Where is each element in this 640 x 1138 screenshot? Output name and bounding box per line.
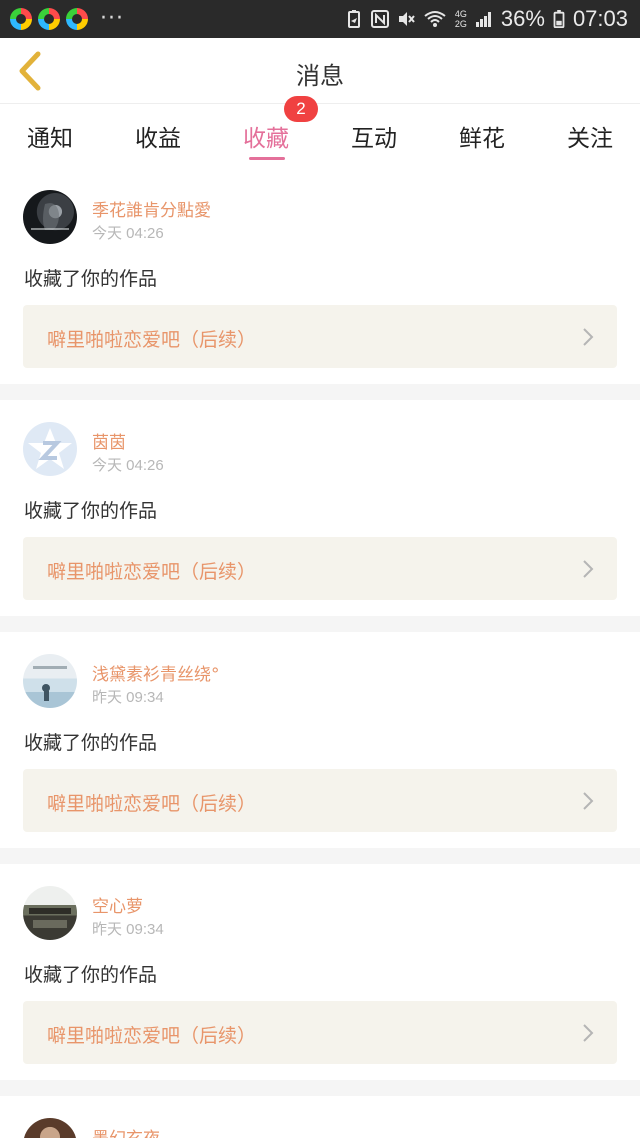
message-card: 季花誰肯分點愛 今天 04:26 收藏了你的作品 噼里啪啦恋爱吧（后续） [0,168,640,384]
tab-interactions[interactable]: 互动 [334,119,414,153]
timestamp: 今天 04:26 [92,457,164,474]
more-notifications-icon: ··· [100,6,124,31]
tab-flowers[interactable]: 鲜花 [442,119,522,153]
work-title: 噼里啪啦恋爱吧（后续） [47,329,257,351]
timestamp: 昨天 09:34 [92,689,164,706]
divider [0,384,640,400]
work-title: 噼里啪啦恋爱吧（后续） [47,793,257,815]
status-indicators: 4G 2G 36% 07:03 [345,0,628,38]
chevron-right-icon [583,328,594,346]
notification-icons: ··· [10,8,124,30]
chevron-right-icon [583,792,594,810]
status-bar: ··· 4G 2G 36% 07:03 [0,0,640,38]
tab-notifications[interactable]: 通知 [10,119,90,153]
battery-icon [553,10,565,28]
work-title: 噼里啪啦恋爱吧（后续） [47,561,257,583]
battery-saver-icon [347,10,360,28]
tab-earnings[interactable]: 收益 [118,119,198,153]
network-label-4g: 4G [454,9,467,19]
username[interactable]: 墨幻玄夜 [92,1124,160,1138]
work-link[interactable]: 噼里啪啦恋爱吧（后续） [23,537,617,600]
active-tab-indicator [249,157,285,160]
username[interactable]: 浅黛素衫青丝绕° [92,660,220,685]
message-list: 季花誰肯分點愛 今天 04:26 收藏了你的作品 噼里啪啦恋爱吧（后续） 茵茵 … [0,168,640,1138]
username[interactable]: 茵茵 [92,428,126,453]
clock: 07:03 [572,6,628,31]
nfc-icon [370,10,389,28]
username[interactable]: 季花誰肯分點愛 [92,196,211,221]
timestamp: 昨天 09:34 [92,921,164,938]
chevron-right-icon [583,560,594,578]
work-title: 噼里啪啦恋爱吧（后续） [47,1025,257,1047]
signal-icon [475,12,491,27]
mute-icon [398,12,415,26]
avatar[interactable] [23,1118,77,1138]
favorites-count-badge: 2 [284,96,318,122]
message-card: 空心萝 昨天 09:34 收藏了你的作品 噼里啪啦恋爱吧（后续） [0,864,640,1080]
message-card: 茵茵 今天 04:26 收藏了你的作品 噼里啪啦恋爱吧（后续） [0,400,640,616]
network-label-2g: 2G [454,19,467,29]
work-link[interactable]: 噼里啪啦恋爱吧（后续） [23,769,617,832]
message-card: 墨幻玄夜 [0,1096,640,1138]
divider [0,616,640,632]
username[interactable]: 空心萝 [92,892,143,917]
nav-header: 消息 [0,38,640,104]
app-notification-icon [66,8,88,30]
avatar[interactable] [23,886,77,940]
app-notification-icon [10,8,32,30]
action-text: 收藏了你的作品 [24,964,158,986]
avatar[interactable] [23,422,77,476]
action-text: 收藏了你的作品 [24,500,158,522]
tab-following[interactable]: 关注 [550,119,630,153]
battery-percent: 36% [500,6,545,31]
tab-favorites[interactable]: 收藏 [226,119,306,153]
divider [0,848,640,864]
work-link[interactable]: 噼里啪啦恋爱吧（后续） [23,1001,617,1064]
page-title: 消息 [296,62,344,90]
chevron-right-icon [583,1024,594,1042]
action-text: 收藏了你的作品 [24,732,158,754]
message-card: 浅黛素衫青丝绕° 昨天 09:34 收藏了你的作品 噼里啪啦恋爱吧（后续） [0,632,640,848]
network-type-labels: 4G 2G [455,9,467,29]
wifi-icon [424,11,446,27]
work-link[interactable]: 噼里啪啦恋爱吧（后续） [23,305,617,368]
timestamp: 今天 04:26 [92,225,164,242]
divider [0,1080,640,1096]
action-text: 收藏了你的作品 [24,268,158,290]
avatar[interactable] [23,190,77,244]
avatar[interactable] [23,654,77,708]
app-notification-icon [38,8,60,30]
